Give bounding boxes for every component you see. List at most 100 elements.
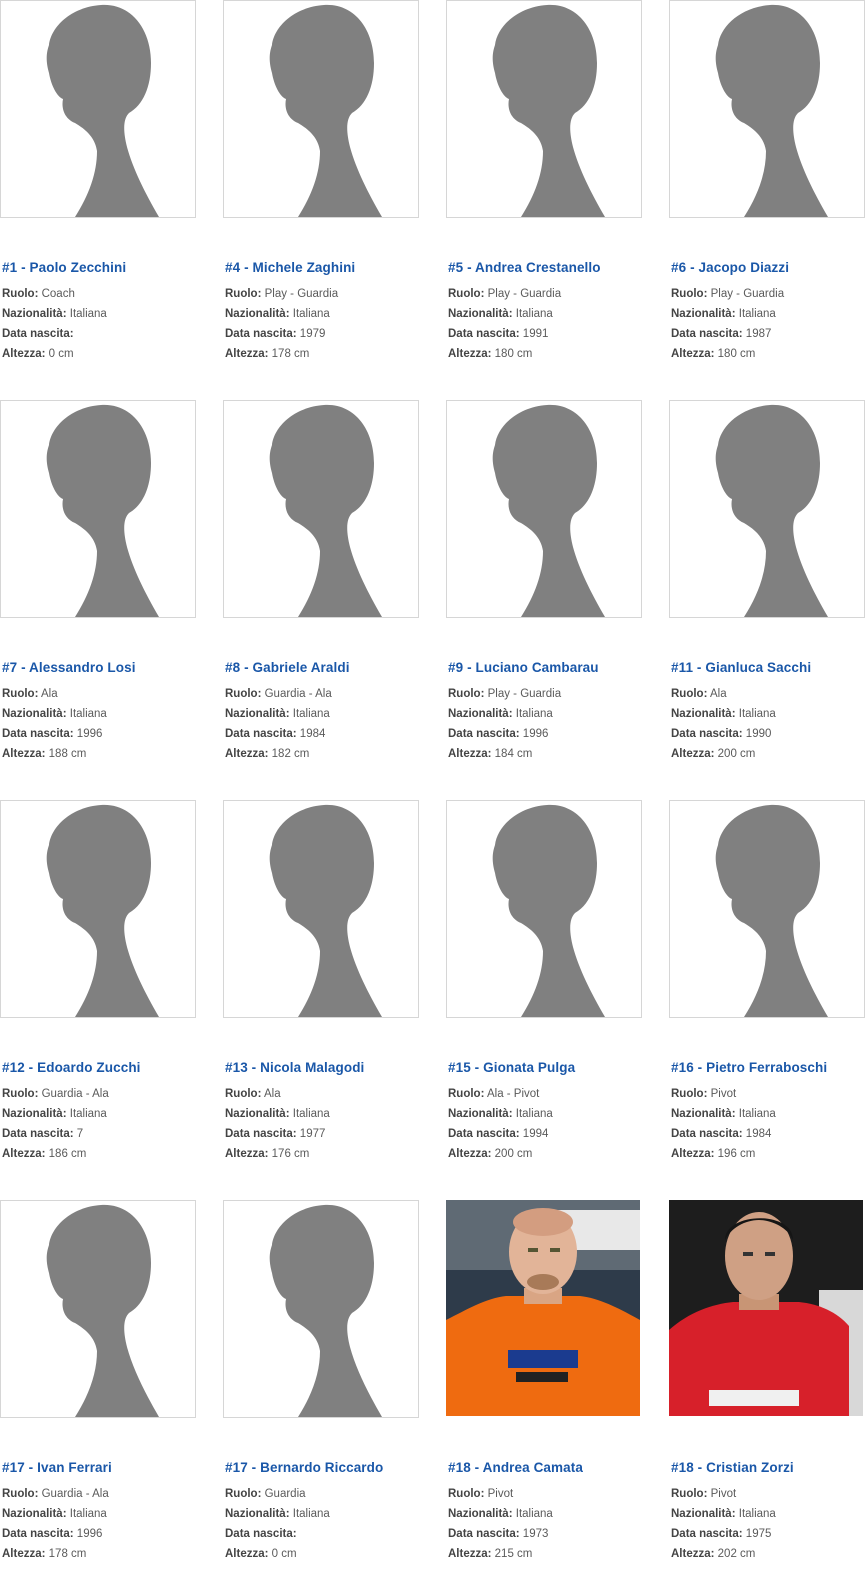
player-info: Ruolo: Coach Nazionalità: Italiana Data … xyxy=(2,284,198,364)
player-card: #18 - Andrea Camata Ruolo: Pivot Naziona… xyxy=(446,1200,642,1570)
role-label: Ruolo: xyxy=(448,688,485,700)
role-value: Ala xyxy=(709,688,727,700)
player-card: #4 - Michele Zaghini Ruolo: Play - Guard… xyxy=(223,0,419,370)
player-name-link[interactable]: #4 - Michele Zaghini xyxy=(225,260,421,275)
player-photo[interactable] xyxy=(0,1200,196,1418)
player-name-link[interactable]: #1 - Paolo Zecchini xyxy=(2,260,198,275)
role-value: Guardia - Ala xyxy=(264,688,332,700)
player-name-link[interactable]: #17 - Ivan Ferrari xyxy=(2,1460,198,1475)
nationality-value: Italiana xyxy=(738,708,776,720)
player-name-link[interactable]: #9 - Luciano Cambarau xyxy=(448,660,644,675)
silhouette-icon xyxy=(46,4,159,217)
silhouette-icon xyxy=(269,4,382,217)
role-label: Ruolo: xyxy=(225,688,262,700)
player-name-link[interactable]: #7 - Alessandro Losi xyxy=(2,660,198,675)
player-name-link[interactable]: #13 - Nicola Malagodi xyxy=(225,1060,421,1075)
height-value: 200 cm xyxy=(494,1148,533,1160)
player-photo[interactable] xyxy=(223,0,419,218)
role-label: Ruolo: xyxy=(2,1488,39,1500)
role-value: Pivot xyxy=(710,1488,737,1500)
player-info: Ruolo: Play - Guardia Nazionalità: Itali… xyxy=(671,284,866,364)
role-label: Ruolo: xyxy=(448,288,485,300)
player-card: #6 - Jacopo Diazzi Ruolo: Play - Guardia… xyxy=(669,0,865,370)
player-info: Ruolo: Ala Nazionalità: Italiana Data na… xyxy=(671,684,866,764)
silhouette-icon xyxy=(492,804,605,1017)
player-card: #5 - Andrea Crestanello Ruolo: Play - Gu… xyxy=(446,0,642,370)
role-value: Pivot xyxy=(487,1488,514,1500)
birth-label: Data nascita: xyxy=(225,328,297,340)
player-info: Ruolo: Guardia - Ala Nazionalità: Italia… xyxy=(225,684,421,764)
player-name-link[interactable]: #5 - Andrea Crestanello xyxy=(448,260,644,275)
player-name-link[interactable]: #8 - Gabriele Araldi xyxy=(225,660,421,675)
player-card: #1 - Paolo Zecchini Ruolo: Coach Naziona… xyxy=(0,0,196,370)
player-photo[interactable] xyxy=(669,1200,863,1416)
player-name-link[interactable]: #11 - Gianluca Sacchi xyxy=(671,660,866,675)
nationality-value: Italiana xyxy=(738,308,776,320)
role-value: Ala - Pivot xyxy=(486,1088,540,1100)
role-value: Guardia - Ala xyxy=(41,1088,109,1100)
player-photo[interactable] xyxy=(223,1200,419,1418)
player-photo[interactable] xyxy=(223,400,419,618)
player-info: Ruolo: Play - Guardia Nazionalità: Itali… xyxy=(225,284,421,364)
height-label: Altezza: xyxy=(448,1548,492,1560)
player-photo[interactable] xyxy=(0,0,196,218)
player-name-link[interactable]: #12 - Edoardo Zucchi xyxy=(2,1060,198,1075)
player-name-link[interactable]: #18 - Cristian Zorzi xyxy=(671,1460,866,1475)
player-card: #11 - Gianluca Sacchi Ruolo: Ala Naziona… xyxy=(669,400,865,770)
player-photo[interactable] xyxy=(446,1200,640,1416)
player-photo[interactable] xyxy=(446,800,642,1018)
birth-value: 1990 xyxy=(745,728,772,740)
birth-value: 1975 xyxy=(745,1528,772,1540)
nationality-value: Italiana xyxy=(69,1108,107,1120)
player-name-link[interactable]: #15 - Gionata Pulga xyxy=(448,1060,644,1075)
birth-label: Data nascita: xyxy=(2,728,74,740)
player-photo[interactable] xyxy=(669,800,865,1018)
player-photo[interactable] xyxy=(223,800,419,1018)
height-value: 196 cm xyxy=(717,1148,756,1160)
player-name-link[interactable]: #18 - Andrea Camata xyxy=(448,1460,644,1475)
height-value: 200 cm xyxy=(717,748,756,760)
role-label: Ruolo: xyxy=(448,1088,485,1100)
silhouette-icon xyxy=(492,404,605,617)
birth-label: Data nascita: xyxy=(225,1128,297,1140)
player-info: Ruolo: Ala Nazionalità: Italiana Data na… xyxy=(225,1084,421,1164)
player-info: Ruolo: Pivot Nazionalità: Italiana Data … xyxy=(671,1084,866,1164)
silhouette-icon xyxy=(269,1204,382,1417)
nationality-label: Nazionalità: xyxy=(225,1508,290,1520)
player-name-link[interactable]: #17 - Bernardo Riccardo xyxy=(225,1460,421,1475)
height-label: Altezza: xyxy=(225,1548,269,1560)
player-name-link[interactable]: #6 - Jacopo Diazzi xyxy=(671,260,866,275)
nationality-label: Nazionalità: xyxy=(671,1108,736,1120)
birth-value: 1973 xyxy=(522,1528,549,1540)
player-name-link[interactable]: #16 - Pietro Ferraboschi xyxy=(671,1060,866,1075)
player-card: #15 - Gionata Pulga Ruolo: Ala - Pivot N… xyxy=(446,800,642,1170)
birth-label: Data nascita: xyxy=(2,1528,74,1540)
player-photo[interactable] xyxy=(0,800,196,1018)
role-label: Ruolo: xyxy=(2,1088,39,1100)
birth-label: Data nascita: xyxy=(448,728,520,740)
roster-grid: #1 - Paolo Zecchini Ruolo: Coach Naziona… xyxy=(0,0,866,1572)
height-label: Altezza: xyxy=(225,748,269,760)
nationality-value: Italiana xyxy=(515,708,553,720)
silhouette-icon xyxy=(46,1204,159,1417)
silhouette-icon xyxy=(269,804,382,1017)
role-label: Ruolo: xyxy=(225,288,262,300)
player-photo[interactable] xyxy=(669,400,865,618)
silhouette-icon xyxy=(715,804,828,1017)
player-photo[interactable] xyxy=(446,0,642,218)
player-photo-red-jersey xyxy=(669,1200,863,1416)
role-label: Ruolo: xyxy=(671,288,708,300)
player-card: #13 - Nicola Malagodi Ruolo: Ala Naziona… xyxy=(223,800,419,1170)
nationality-value: Italiana xyxy=(69,308,107,320)
role-label: Ruolo: xyxy=(2,288,39,300)
birth-value: 1996 xyxy=(76,1528,103,1540)
player-photo[interactable] xyxy=(669,0,865,218)
nationality-label: Nazionalità: xyxy=(225,708,290,720)
role-value: Ala xyxy=(263,1088,281,1100)
player-info: Ruolo: Pivot Nazionalità: Italiana Data … xyxy=(448,1484,644,1564)
player-photo[interactable] xyxy=(446,400,642,618)
nationality-value: Italiana xyxy=(738,1108,776,1120)
player-photo[interactable] xyxy=(0,400,196,618)
birth-label: Data nascita: xyxy=(2,1128,74,1140)
nationality-value: Italiana xyxy=(292,1508,330,1520)
